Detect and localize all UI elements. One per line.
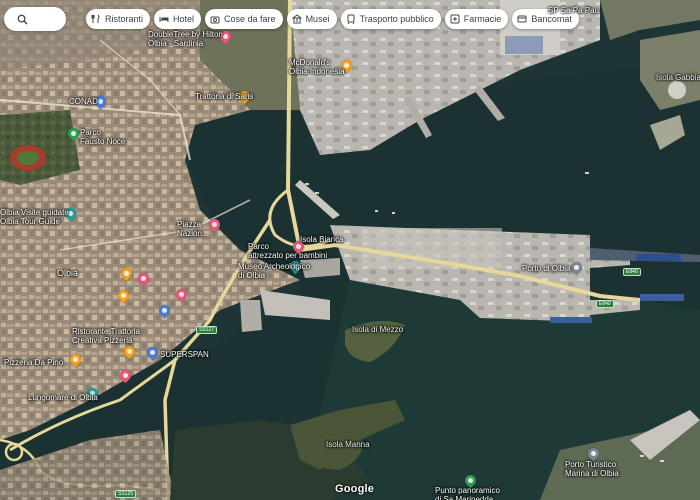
chip-label: Hotel [173, 14, 195, 24]
museum-icon [291, 14, 302, 24]
place-label-ristorante[interactable]: Ristorante Trattoria Creativa Pizzeria [72, 327, 140, 345]
place-label-isola-manna[interactable]: Isola Manna [326, 440, 370, 449]
road-shield: E840 [623, 268, 641, 276]
place-label-lungomare[interactable]: Lungomare di Olbia [28, 393, 98, 402]
city-label-olbia[interactable]: Olbia [57, 269, 78, 278]
chip-hotel[interactable]: Hotel [154, 9, 202, 29]
chip-cose-da-fare[interactable]: Cose da fare [205, 9, 283, 29]
bed-icon [159, 17, 169, 22]
chip-label: Ristoranti [105, 14, 144, 24]
search-icon[interactable] [17, 14, 28, 25]
place-label-punto[interactable]: Punto panoramico di Sa Marinedda [435, 486, 500, 500]
chip-label: Bancomat [531, 14, 572, 24]
category-chips: Ristoranti Hotel Cose da fare Musei Tras… [86, 9, 579, 29]
place-label-sp[interactable]: SP Sa Pa Pau [548, 6, 599, 15]
chip-musei[interactable]: Musei [286, 9, 337, 29]
chip-ristoranti[interactable]: Ristoranti [86, 9, 151, 29]
fork-knife-icon [91, 14, 100, 23]
satellite-imagery [0, 0, 700, 500]
place-label-trattoria[interactable]: Trattoria di Saris [195, 92, 253, 101]
camera-icon [210, 16, 220, 24]
place-label-museo[interactable]: Museo Archeologico di Olbia [238, 262, 310, 280]
chip-label: Musei [305, 14, 330, 24]
chip-farmacie[interactable]: Farmacie [444, 9, 509, 29]
search-box[interactable] [4, 7, 66, 31]
place-label-porto-turistico[interactable]: Porto Turistico Marina di Olbia [565, 460, 619, 478]
pharmacy-icon [450, 14, 460, 24]
chip-label: Farmacie [463, 14, 502, 24]
place-label-isola-mezzo[interactable]: Isola di Mezzo [352, 325, 403, 334]
place-label-isola-gabbia[interactable]: Isola Gabbia [656, 73, 700, 82]
place-label-conad[interactable]: CONAD [69, 97, 98, 106]
place-label-parco[interactable]: Parco Fausto Noce [80, 128, 125, 146]
map-view[interactable]: Ristoranti Hotel Cose da fare Musei Tras… [0, 0, 700, 500]
place-label-guides[interactable]: Olbia Visite guidate Olbia Tour Guide [0, 208, 69, 226]
place-label-doubletree[interactable]: DoubleTree by Hilton Olbia - Sardinia [148, 30, 223, 48]
road-shield: SS127 [196, 326, 218, 334]
road-shield: SS125 [115, 490, 137, 498]
place-label-piazza[interactable]: Piazza Nazion... [177, 220, 209, 238]
chip-label: Cose da fare [224, 14, 276, 24]
train-icon [347, 14, 355, 24]
place-label-isola-bianca[interactable]: Isola Bianca [300, 235, 344, 244]
chip-label: Trasporto pubblico [359, 14, 434, 24]
place-label-parco-attrezzato[interactable]: Parco attrezzato per bambini [248, 242, 327, 260]
atm-icon [517, 15, 527, 23]
place-label-pizzeria[interactable]: Pizzeria Da Pino [4, 358, 63, 367]
chip-trasporto-pubblico[interactable]: Trasporto pubblico [340, 9, 441, 29]
place-label-superspan[interactable]: SUPERSPAN [160, 350, 209, 359]
place-label-mcdonalds[interactable]: McDonald's Olbia Indonesia [289, 58, 345, 76]
road-shield: E840 [596, 300, 614, 308]
google-logo: Google [335, 483, 375, 495]
place-label-porto[interactable]: Porto di Olbia [522, 264, 570, 273]
